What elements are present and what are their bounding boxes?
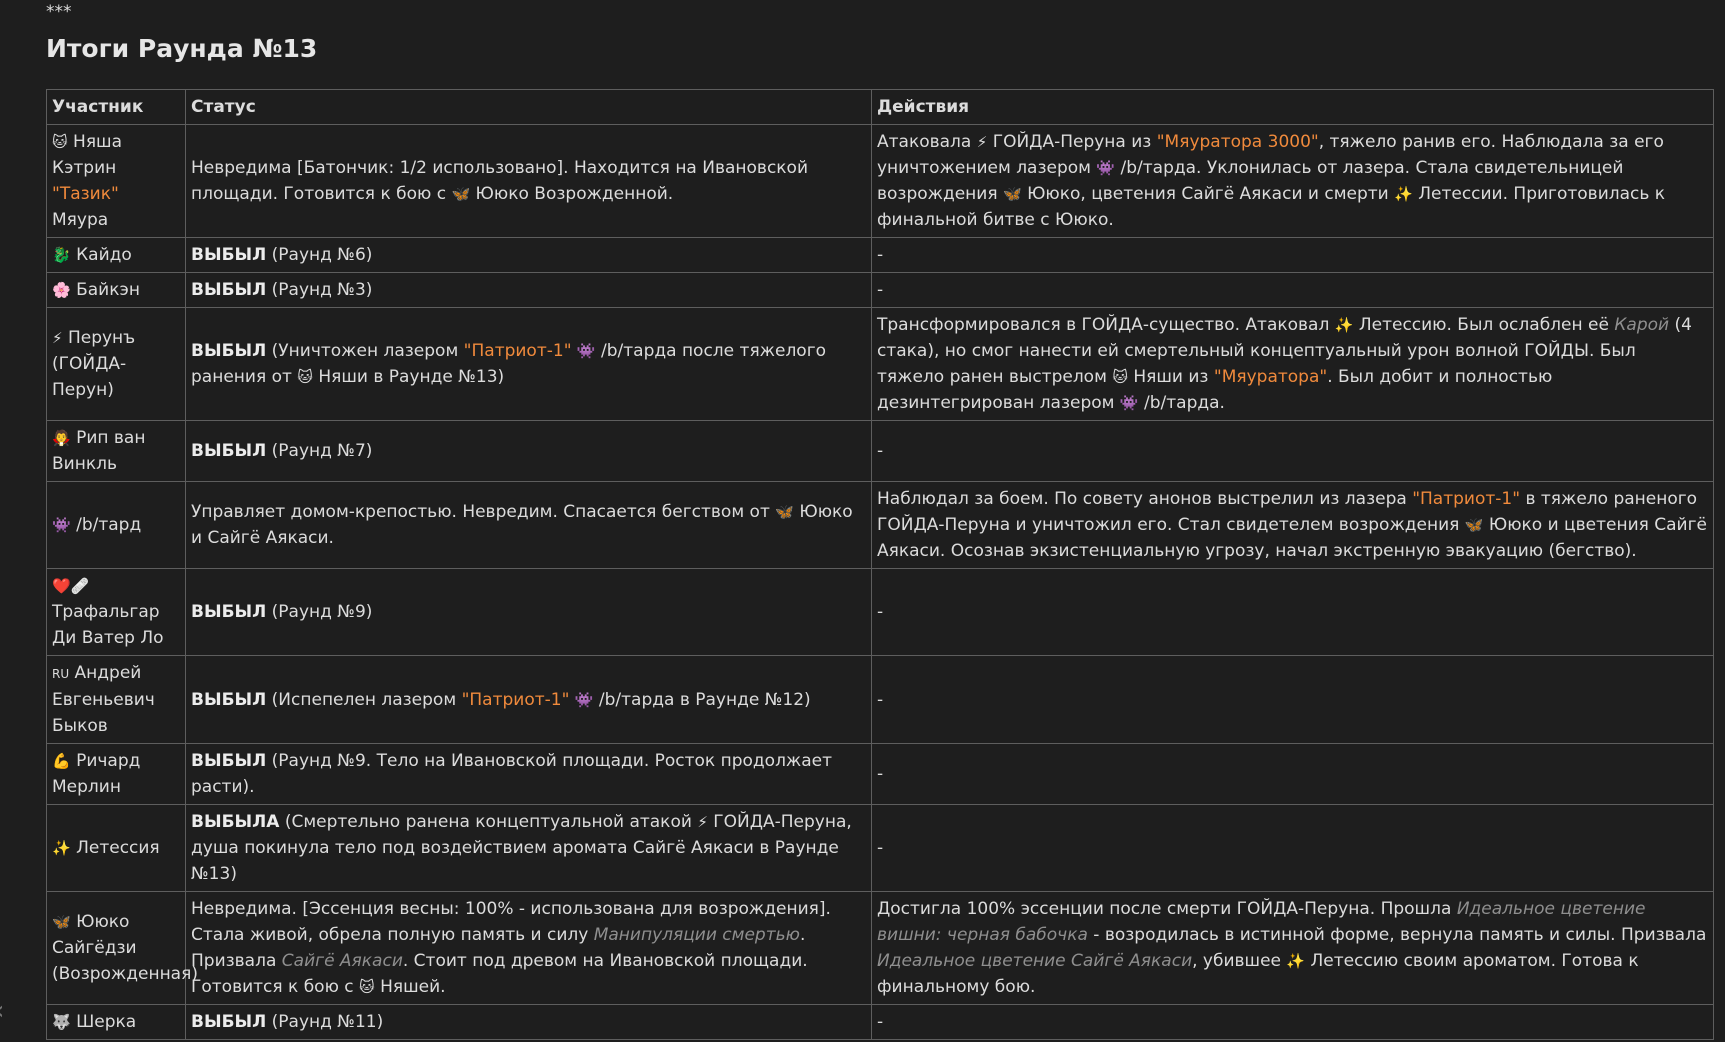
- sparkles-icon: ✨: [1334, 316, 1354, 334]
- wolf-icon: 🐺: [52, 1013, 71, 1031]
- participant-cell: ❤️🩹 Трафальгар Ди Ватер Ло: [46, 568, 186, 656]
- separator: ***: [46, 2, 72, 22]
- flower-icon: 🌸: [52, 281, 71, 299]
- butterfly-icon: 🦋: [451, 185, 471, 203]
- dragon-icon: 🐉: [52, 246, 71, 264]
- status-cell: ВЫБЫЛ (Раунд №7): [185, 420, 872, 482]
- russia-flag-icon: RU: [52, 667, 70, 681]
- status-cell: ВЫБЫЛ (Раунд №9): [185, 568, 872, 656]
- header-actions: Действия: [871, 89, 1714, 125]
- participant-cell: 🐉 Кайдо: [46, 237, 186, 273]
- butterfly-icon: 🦋: [52, 913, 71, 931]
- status-cell: Невредима [Батончик: 1/2 использовано]. …: [185, 124, 872, 238]
- actions-cell: Трансформировался в ГОЙДА-существо. Атак…: [871, 307, 1714, 421]
- table-row: 🐱 Няша Кэтрин "Тазик" Мяура Невредима [Б…: [46, 124, 1714, 238]
- table-row: RU Андрей Евгеньевич Быков ВЫБЫЛ (Испепе…: [46, 655, 1714, 744]
- participant-cell: 🐱 Няша Кэтрин "Тазик" Мяура: [46, 124, 186, 238]
- butterfly-icon: 🦋: [1464, 516, 1484, 534]
- participant-cell: 👾 /b/тард: [46, 481, 186, 569]
- table-row: 💪 Ричард Мерлин ВЫБЫЛ (Раунд №9. Тело на…: [46, 743, 1714, 805]
- alien-monster-icon: 👾: [1119, 394, 1139, 412]
- cat-icon: 🐱: [52, 133, 68, 151]
- table-header-row: Участник Статус Действия: [46, 89, 1714, 125]
- cat-icon: 🐱: [1112, 368, 1128, 386]
- actions-cell: -: [871, 420, 1714, 482]
- alien-monster-icon: 👾: [576, 342, 596, 360]
- status-cell: ВЫБЫЛ (Раунд №11): [185, 1004, 872, 1040]
- flexed-biceps-icon: 💪: [52, 752, 71, 770]
- alien-monster-icon: 👾: [1096, 159, 1116, 177]
- status-cell: ВЫБЫЛ (Раунд №9. Тело на Ивановской площ…: [185, 743, 872, 805]
- alien-monster-icon: 👾: [574, 690, 594, 709]
- alien-monster-icon: 👾: [52, 516, 71, 534]
- status-cell: ВЫБЫЛ (Уничтожен лазером "Патриот-1" 👾 /…: [185, 307, 872, 421]
- table-row: 🦋 Ююко Сайгёдзи (Возрожденная) Невредима…: [46, 891, 1714, 1005]
- actions-cell: Атаковала ⚡ ГОЙДА-Перуна из "Мяуратора 3…: [871, 124, 1714, 238]
- table-row: 🐉 Кайдо ВЫБЫЛ (Раунд №6) -: [46, 237, 1714, 273]
- results-table: Участник Статус Действия 🐱 Няша Кэтрин "…: [46, 89, 1714, 1040]
- actions-cell: -: [871, 568, 1714, 656]
- table-row: ⚡ Перунъ (ГОЙДА-Перун) ВЫБЫЛ (Уничтожен …: [46, 307, 1714, 421]
- actions-cell: -: [871, 272, 1714, 308]
- lightning-icon: ⚡: [52, 329, 63, 347]
- actions-cell: -: [871, 743, 1714, 805]
- header-participant: Участник: [46, 89, 186, 125]
- page-title: Итоги Раунда №13: [46, 34, 318, 63]
- vampire-icon: 🧛: [52, 429, 71, 447]
- butterfly-icon: 🦋: [775, 503, 794, 521]
- participant-cell: 🦋 Ююко Сайгёдзи (Возрожденная): [46, 891, 198, 1005]
- status-cell: Управляет домом-крепостью. Невредим. Спа…: [185, 481, 872, 569]
- actions-cell: Наблюдал за боем. По совету анонов выстр…: [871, 481, 1714, 569]
- participant-cell: 🐺 Шерка: [46, 1004, 186, 1040]
- status-cell: ВЫБЫЛ (Испепелен лазером "Патриот-1" 👾 /…: [185, 655, 872, 744]
- table-row: 🌸 Байкэн ВЫБЫЛ (Раунд №3) -: [46, 272, 1714, 308]
- status-cell: ВЫБЫЛ (Раунд №6): [185, 237, 872, 273]
- cat-icon: 🐱: [297, 368, 313, 386]
- header-status: Статус: [185, 89, 872, 125]
- sparkles-icon: ✨: [1394, 185, 1413, 203]
- actions-cell: -: [871, 1004, 1714, 1040]
- sparkles-icon: ✨: [1286, 952, 1306, 970]
- lightning-icon: ⚡: [697, 813, 708, 831]
- participant-cell: 🧛 Рип ван Винкль: [46, 420, 186, 482]
- actions-cell: -: [871, 237, 1714, 273]
- participant-cell: ✨ Летессия: [46, 804, 186, 892]
- heart-icon: ❤️: [52, 577, 71, 595]
- participant-cell: 💪 Ричард Мерлин: [46, 743, 186, 805]
- status-cell: ВЫБЫЛА (Смертельно ранена концептуальной…: [185, 804, 872, 892]
- table-row: 🧛 Рип ван Винкль ВЫБЫЛ (Раунд №7) -: [46, 420, 1714, 482]
- actions-cell: -: [871, 655, 1714, 744]
- participant-cell: RU Андрей Евгеньевич Быков: [46, 655, 186, 744]
- table-row: ✨ Летессия ВЫБЫЛА (Смертельно ранена кон…: [46, 804, 1714, 892]
- table-row: ❤️🩹 Трафальгар Ди Ватер Ло ВЫБЫЛ (Раунд …: [46, 568, 1714, 656]
- bandage-icon: 🩹: [70, 577, 90, 595]
- actions-cell: Достигла 100% эссенции после смерти ГОЙД…: [871, 891, 1714, 1005]
- participant-cell: ⚡ Перунъ (ГОЙДА-Перун): [46, 307, 186, 421]
- lightning-icon: ⚡: [976, 133, 988, 151]
- butterfly-icon: 🦋: [1002, 185, 1022, 203]
- actions-cell: -: [871, 804, 1714, 892]
- cat-icon: 🐱: [359, 978, 375, 996]
- status-cell: ВЫБЫЛ (Раунд №3): [185, 272, 872, 308]
- sparkles-icon: ✨: [52, 839, 71, 857]
- table-row: 👾 /b/тард Управляет домом-крепостью. Нев…: [46, 481, 1714, 569]
- participant-cell: 🌸 Байкэн: [46, 272, 186, 308]
- back-chevron-icon[interactable]: ‹: [0, 996, 4, 1026]
- table-row: 🐺 Шерка ВЫБЫЛ (Раунд №11) -: [46, 1004, 1714, 1040]
- status-cell: Невредима. [Эссенция весны: 100% - испол…: [185, 891, 872, 1005]
